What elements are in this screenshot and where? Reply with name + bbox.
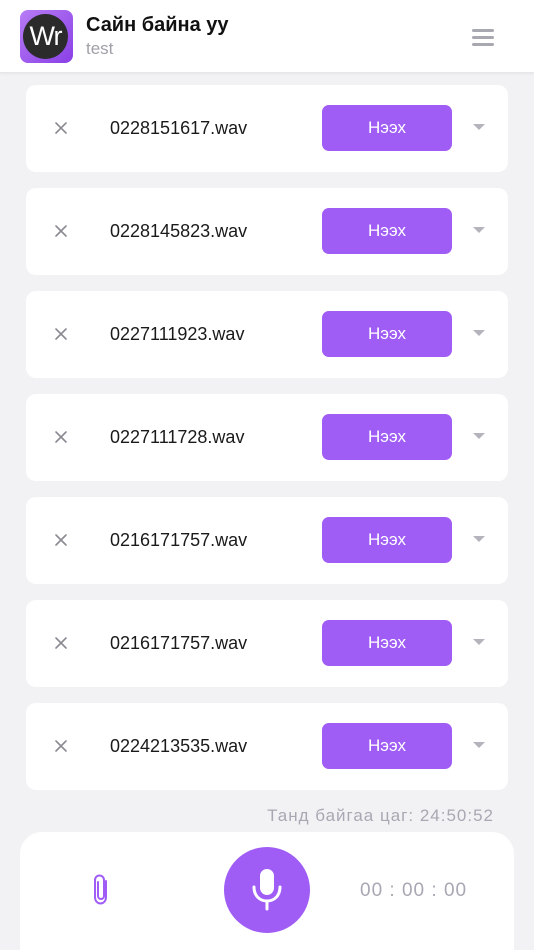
file-name: 0216171757.wav (110, 530, 248, 550)
close-icon[interactable] (50, 426, 72, 448)
recording-timer: 00 : 00 : 00 (360, 880, 468, 901)
open-button[interactable]: Нээх (322, 723, 452, 769)
open-button[interactable]: Нээх (322, 105, 452, 151)
close-icon[interactable] (50, 632, 72, 654)
file-name: 0228145823.wav (110, 221, 248, 241)
open-button[interactable]: Нээх (322, 517, 452, 563)
recorder-bar: 00 : 00 : 00 (20, 832, 514, 950)
user-name: test (86, 39, 114, 58)
chevron-down-icon[interactable] (472, 637, 486, 647)
file-card: 0224213535.wav Нээх (26, 703, 508, 790)
page-title: Сайн байна уу (86, 14, 229, 36)
file-card: 0227111728.wav Нээх (26, 394, 508, 481)
chevron-down-icon[interactable] (472, 225, 486, 235)
close-icon[interactable] (50, 220, 72, 242)
close-icon[interactable] (50, 117, 72, 139)
record-button[interactable] (224, 847, 310, 933)
open-button[interactable]: Нээх (322, 620, 452, 666)
file-name: 0216171757.wav (110, 633, 248, 653)
menu-button[interactable] (470, 26, 497, 48)
chevron-down-icon[interactable] (472, 740, 486, 750)
remaining-time: Танд байгаа цаг: 24:50:52 (267, 806, 494, 825)
open-button[interactable]: Нээх (322, 311, 452, 357)
close-icon[interactable] (50, 323, 72, 345)
chevron-down-icon[interactable] (472, 431, 486, 441)
app-logo: Wr (20, 10, 73, 63)
close-icon[interactable] (50, 529, 72, 551)
file-card: 0216171757.wav Нээх (26, 600, 508, 687)
hamburger-icon (472, 29, 494, 32)
chevron-down-icon[interactable] (472, 534, 486, 544)
file-card: 0228145823.wav Нээх (26, 188, 508, 275)
close-icon[interactable] (50, 735, 72, 757)
app-header: Wr Сайн байна уу test (0, 0, 534, 73)
file-name: 0228151617.wav (110, 118, 248, 138)
file-card: 0216171757.wav Нээх (26, 497, 508, 584)
file-name: 0227111728.wav (110, 427, 245, 447)
open-button[interactable]: Нээх (322, 414, 452, 460)
chevron-down-icon[interactable] (472, 122, 486, 132)
chevron-down-icon[interactable] (472, 328, 486, 338)
file-card: 0227111923.wav Нээх (26, 291, 508, 378)
open-button[interactable]: Нээх (322, 208, 452, 254)
file-name: 0227111923.wav (110, 324, 245, 344)
logo-text: Wr (23, 14, 68, 59)
file-name: 0224213535.wav (110, 736, 248, 756)
paperclip-icon[interactable] (90, 872, 114, 908)
file-card: 0228151617.wav Нээх (26, 85, 508, 172)
microphone-icon (252, 869, 282, 911)
